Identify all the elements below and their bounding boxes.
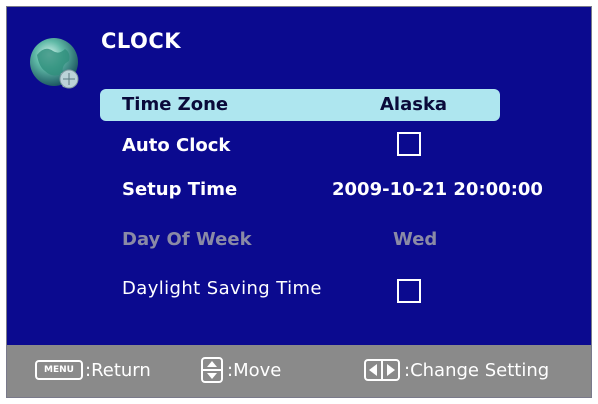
daylight-saving-row[interactable]: Daylight Saving Time [100,273,500,305]
menu-key-icon: MENU [35,360,83,380]
change-setting-hint[interactable]: :Change Setting [364,357,549,383]
setup-time-label: Setup Time [122,179,238,200]
osd-window: CLOCK Time Zone Alaska Auto Clock Setup … [6,6,592,398]
time-zone-value[interactable]: Alaska [380,94,447,115]
auto-clock-checkbox[interactable] [397,132,421,156]
day-of-week-label: Day Of Week [122,229,252,250]
time-zone-row[interactable]: Time Zone Alaska [100,89,500,121]
menu-title: CLOCK [101,29,182,53]
auto-clock-row[interactable]: Auto Clock [100,130,500,162]
return-label: :Return [85,359,151,381]
time-zone-label: Time Zone [122,94,229,115]
daylight-saving-label: Daylight Saving Time [122,278,322,299]
footer-bar: MENU :Return :Move :Change Setting [7,345,591,397]
left-right-arrows-icon [364,359,400,381]
setup-time-value[interactable]: 2009-10-21 20:00:00 [332,179,543,200]
up-down-arrows-icon [201,357,223,383]
auto-clock-label: Auto Clock [122,135,231,156]
return-hint[interactable]: MENU :Return [35,357,151,383]
move-label: :Move [227,359,282,381]
move-hint[interactable]: :Move [201,357,281,383]
menu-panel: CLOCK Time Zone Alaska Auto Clock Setup … [7,7,591,345]
daylight-saving-checkbox[interactable] [397,279,421,303]
day-of-week-row: Day Of Week Wed [100,224,500,256]
setup-time-row[interactable]: Setup Time 2009-10-21 20:00:00 [100,174,543,206]
day-of-week-value: Wed [393,229,438,250]
globe-icon [30,38,79,89]
change-setting-label: :Change Setting [404,359,550,381]
